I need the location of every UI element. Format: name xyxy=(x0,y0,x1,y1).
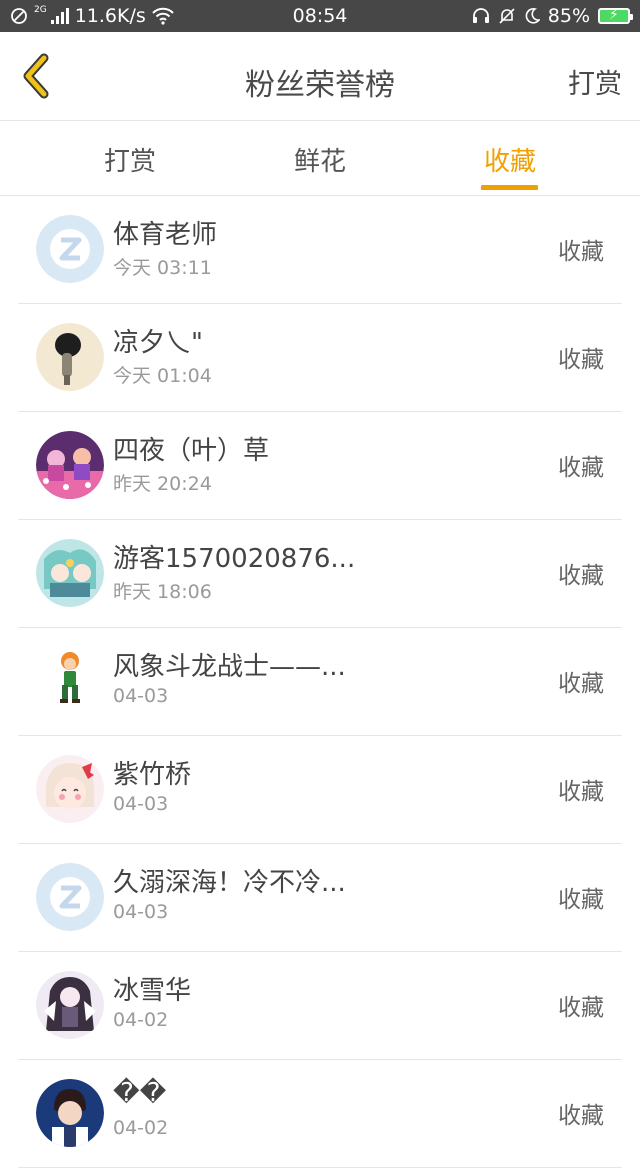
avatar xyxy=(36,647,104,715)
tab-flowers[interactable]: 鲜花 xyxy=(260,141,380,178)
avatar xyxy=(36,323,104,391)
avatar xyxy=(36,1079,104,1147)
user-name: 游客1570020876... xyxy=(113,544,356,574)
action-label: 收藏 xyxy=(558,563,604,589)
avatar xyxy=(36,863,104,931)
list-item[interactable]: 体育老师 今天 03:11 收藏 xyxy=(18,196,622,304)
action-label: 收藏 xyxy=(558,887,604,913)
action-label: 收藏 xyxy=(558,779,604,805)
timestamp: 昨天 20:24 xyxy=(113,473,212,495)
timestamp: 04-03 xyxy=(113,901,169,923)
timestamp: 今天 03:11 xyxy=(113,257,212,279)
user-name: �� xyxy=(113,1078,167,1108)
list-item[interactable]: 冰雪华 04-02 收藏 xyxy=(18,952,622,1060)
action-label: 收藏 xyxy=(558,1103,604,1129)
tab-bar: 打赏 鲜花 收藏 xyxy=(0,121,640,196)
action-label: 收藏 xyxy=(558,347,604,373)
action-label: 收藏 xyxy=(558,239,604,265)
list-item[interactable]: 游客1570020876... 昨天 18:06 收藏 xyxy=(18,520,622,628)
user-name: 四夜（叶）草 xyxy=(113,436,270,466)
list-item[interactable]: �� 04-02 收藏 xyxy=(18,1060,622,1168)
page-title: 粉丝荣誉榜 xyxy=(245,68,395,103)
tab-favorites[interactable]: 收藏 xyxy=(450,141,570,178)
timestamp: 04-02 xyxy=(113,1117,169,1139)
timestamp: 04-03 xyxy=(113,793,169,815)
battery-icon: ⚡ xyxy=(598,7,633,24)
action-label: 收藏 xyxy=(558,995,604,1021)
list-item[interactable]: 风象斗龙战士——... 04-03 收藏 xyxy=(18,628,622,736)
user-name: 体育老师 xyxy=(113,220,218,250)
timestamp: 04-03 xyxy=(113,685,169,707)
user-name: 风象斗龙战士——... xyxy=(113,652,346,682)
list-item[interactable]: 久溺深海！冷不冷... 04-03 收藏 xyxy=(18,844,622,952)
action-label: 收藏 xyxy=(558,455,604,481)
moon-icon xyxy=(525,8,540,24)
avatar xyxy=(36,431,104,499)
timestamp: 昨天 18:06 xyxy=(113,581,212,603)
reward-button[interactable]: 打赏 xyxy=(568,62,622,101)
status-bar: 2G 11.6K/s 08:54 85% ⚡ xyxy=(0,0,640,32)
user-name: 凉夕乀" xyxy=(113,328,203,358)
headset-icon xyxy=(472,8,489,23)
avatar xyxy=(36,971,104,1039)
header-bar: 粉丝荣誉榜 打赏 xyxy=(0,32,640,121)
active-tab-indicator xyxy=(481,185,538,190)
avatar xyxy=(36,539,104,607)
fans-list: 体育老师 今天 03:11 收藏 凉夕乀" 今天 01:04 收藏 四夜（叶）草… xyxy=(0,196,640,1168)
user-name: 冰雪华 xyxy=(113,976,192,1006)
bell-mute-icon xyxy=(499,8,515,24)
battery-percent: 85% xyxy=(547,5,590,27)
avatar xyxy=(36,215,104,283)
avatar xyxy=(36,755,104,823)
action-label: 收藏 xyxy=(558,671,604,697)
list-item[interactable]: 紫竹桥 04-03 收藏 xyxy=(18,736,622,844)
timestamp: 04-02 xyxy=(113,1009,169,1031)
status-right: 85% ⚡ xyxy=(472,5,633,27)
user-name: 紫竹桥 xyxy=(113,760,192,790)
timestamp: 今天 01:04 xyxy=(113,365,212,387)
list-item[interactable]: 凉夕乀" 今天 01:04 收藏 xyxy=(18,304,622,412)
user-name: 久溺深海！冷不冷... xyxy=(113,868,346,898)
tab-reward[interactable]: 打赏 xyxy=(70,141,190,178)
list-item[interactable]: 四夜（叶）草 昨天 20:24 收藏 xyxy=(18,412,622,520)
